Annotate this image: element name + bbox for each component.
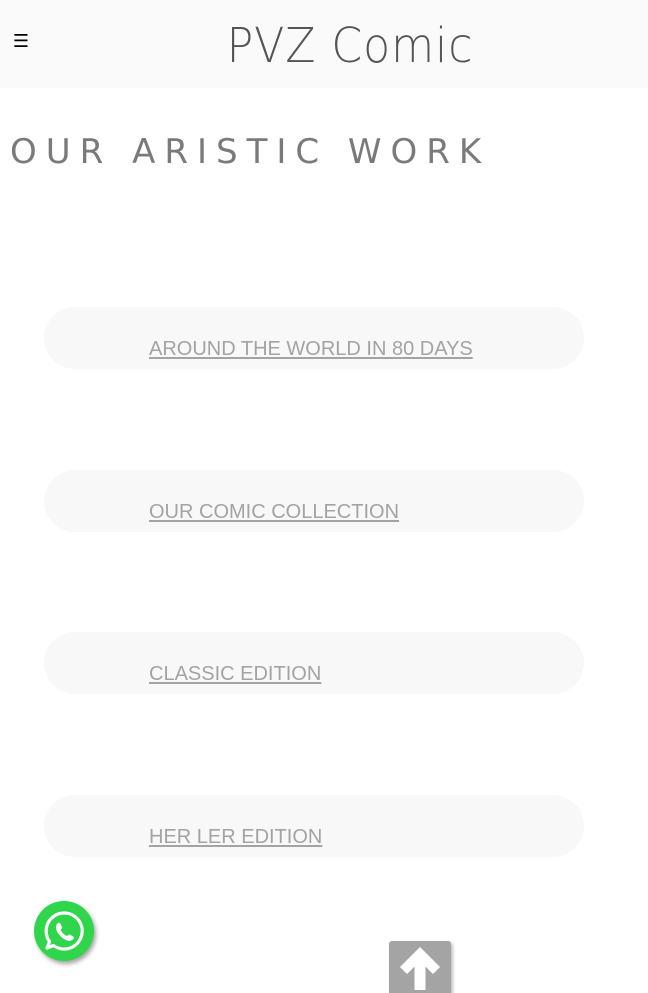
- work-link-around-the-world[interactable]: AROUND THE WORLD IN 80 DAYS: [149, 337, 473, 361]
- work-card-1: AROUND THE WORLD IN 80 DAYS: [44, 307, 584, 369]
- work-link-classic-edition[interactable]: CLASSIC EDITION: [149, 662, 321, 686]
- work-card-2: OUR COMIC COLLECTION: [44, 470, 584, 532]
- section-heading: OUR ARISTIC WORK: [10, 132, 491, 172]
- work-link-comic-collection[interactable]: OUR COMIC COLLECTION: [149, 500, 399, 524]
- site-header: ☰ PVZ Comic: [0, 0, 648, 88]
- whatsapp-button[interactable]: [34, 901, 94, 961]
- hamburger-menu-icon[interactable]: ☰: [10, 30, 32, 54]
- work-card-3: CLASSIC EDITION: [44, 632, 584, 694]
- work-card-4: HER LER EDITION: [44, 795, 584, 857]
- scroll-to-top-button[interactable]: [389, 941, 451, 993]
- whatsapp-icon: [44, 911, 84, 951]
- site-title[interactable]: PVZ Comic: [212, 18, 488, 74]
- arrow-up-icon: [400, 947, 440, 990]
- work-link-her-ler-edition[interactable]: HER LER EDITION: [149, 825, 322, 849]
